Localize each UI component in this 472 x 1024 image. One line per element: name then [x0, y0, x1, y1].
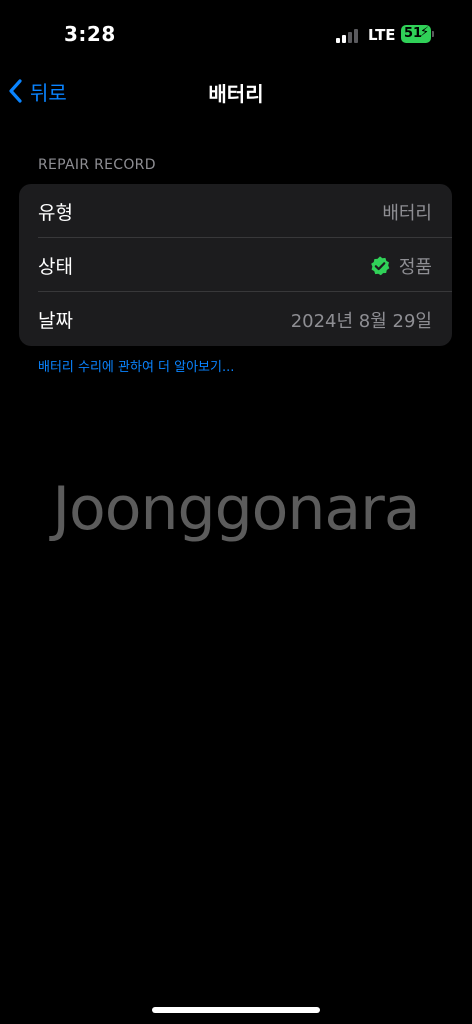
- status-value-text: 정품: [398, 257, 432, 278]
- type-value-text: 배터리: [382, 203, 432, 224]
- charging-bolt-icon: ⚡: [420, 25, 430, 40]
- status-label: 상태: [38, 256, 73, 278]
- status-row: 상태 정품: [19, 238, 452, 292]
- date-label: 날짜: [38, 310, 73, 332]
- status-time: 3:28: [64, 22, 116, 46]
- repair-record-card: 유형 배터리 상태 정품 날짜 2024년 8월 29일: [19, 184, 452, 346]
- section-header: REPAIR RECORD: [38, 157, 156, 173]
- watermark-logo: Joonggonara: [52, 474, 420, 544]
- cellular-signal-icon: [336, 27, 360, 43]
- verified-check-icon: [371, 256, 390, 276]
- type-value: 배터리: [382, 199, 432, 225]
- page-title: 배터리: [208, 82, 264, 106]
- battery-cap: [432, 31, 434, 37]
- network-type: LTE: [368, 26, 396, 44]
- status-value: 정품: [369, 253, 432, 279]
- home-indicator[interactable]: [152, 1007, 320, 1013]
- date-value: 2024년 8월 29일: [291, 307, 432, 333]
- battery-icon: 51 ⚡: [401, 25, 431, 43]
- type-label: 유형: [38, 202, 73, 224]
- type-row: 유형 배터리: [19, 184, 452, 238]
- status-bar: 3:28 LTE 51 ⚡: [0, 0, 472, 70]
- date-row: 날짜 2024년 8월 29일: [19, 292, 452, 346]
- learn-more-link[interactable]: 배터리 수리에 관하여 더 알아보기...: [38, 356, 234, 375]
- date-value-text: 2024년 8월 29일: [290, 311, 432, 332]
